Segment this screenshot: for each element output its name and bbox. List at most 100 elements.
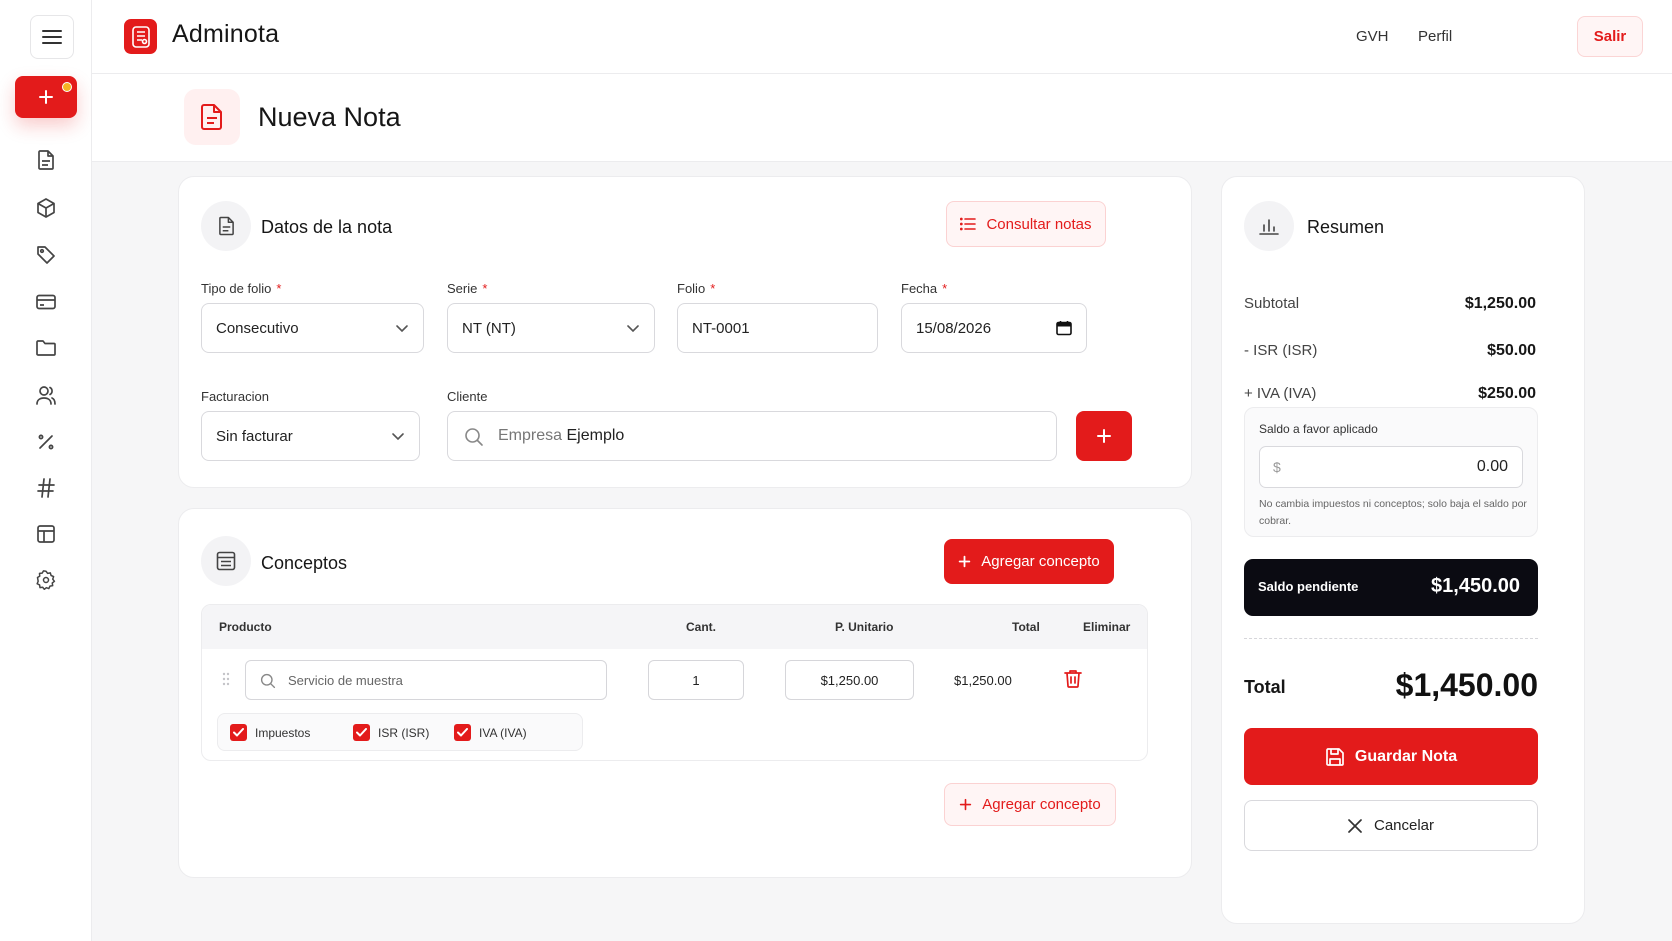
- facturacion-value: Sin facturar: [216, 427, 293, 445]
- saldo-favor-note: No cambia impuestos ni conceptos; solo b…: [1259, 498, 1527, 527]
- sidebar-item-folios[interactable]: [34, 476, 58, 500]
- conceptos-card: Conceptos Agregar concepto Producto Cant…: [178, 508, 1192, 878]
- isr-checkbox[interactable]: ISR (ISR): [353, 724, 429, 741]
- check-icon: [356, 728, 367, 737]
- checkbox-checked[interactable]: [454, 724, 471, 741]
- saldo-favor-input[interactable]: $ 0.00: [1259, 446, 1523, 488]
- tipo-folio-label-text: Tipo de folio: [201, 281, 272, 296]
- saldo-pendiente-value: $1,450.00: [1431, 575, 1520, 597]
- sidebar-item-clientes[interactable]: [34, 383, 58, 407]
- page-header: Nueva Nota: [92, 74, 1672, 162]
- total-value: $1,450.00: [1395, 667, 1538, 703]
- resumen-card: Resumen Subtotal $1,250.00 - ISR (ISR) $…: [1221, 176, 1585, 924]
- menu-button[interactable]: [30, 15, 74, 59]
- list-icon: [960, 217, 977, 231]
- fecha-label: Fecha *: [901, 281, 947, 296]
- total-label: Total: [1244, 677, 1286, 697]
- unitario-input[interactable]: $1,250.00: [785, 660, 914, 700]
- conceptos-title: Conceptos: [261, 553, 348, 573]
- sidebar-item-pagos[interactable]: [34, 290, 58, 314]
- plus-icon: [39, 90, 53, 104]
- folio-label: Folio *: [677, 281, 715, 296]
- tax-options: Impuestos ISR (ISR) IVA (IVA): [217, 713, 583, 751]
- sidebar-item-notas[interactable]: [34, 148, 58, 172]
- iva-summary-value: $250.00: [1478, 385, 1536, 402]
- sidebar-item-configuracion[interactable]: [34, 568, 58, 592]
- serie-label: Serie *: [447, 281, 487, 296]
- fecha-input[interactable]: 15/08/2026: [901, 303, 1087, 353]
- iva-checkbox[interactable]: IVA (IVA): [454, 724, 527, 741]
- producto-search-input[interactable]: Servicio de muestra: [245, 660, 607, 700]
- impuestos-checkbox[interactable]: Impuestos: [230, 724, 310, 741]
- folio-input[interactable]: NT-0001: [677, 303, 878, 353]
- agregar-concepto-label: Agregar concepto: [982, 796, 1101, 813]
- row-total: $1,250.00: [954, 673, 1012, 688]
- cantidad-input[interactable]: 1: [648, 660, 744, 700]
- users-icon: [36, 386, 56, 405]
- percent-icon: [38, 434, 54, 450]
- save-icon: [1326, 747, 1344, 766]
- plus-icon: [959, 555, 971, 568]
- page-title: Nueva Nota: [258, 102, 401, 132]
- serie-value: NT (NT): [462, 319, 516, 337]
- add-cliente-button[interactable]: [1076, 411, 1132, 461]
- gear-icon: [36, 570, 56, 590]
- checkbox-checked[interactable]: [353, 724, 370, 741]
- app-logo[interactable]: [124, 19, 157, 54]
- plus-icon: [960, 798, 972, 811]
- guardar-nota-button[interactable]: Guardar Nota: [1244, 728, 1538, 785]
- saldo-favor-label: Saldo a favor aplicado: [1259, 422, 1378, 436]
- notification-dot: [62, 82, 72, 92]
- conceptos-icon-wrap: [201, 536, 251, 586]
- search-icon: [260, 673, 276, 689]
- sidebar-item-impuestos[interactable]: [34, 430, 58, 454]
- profile-link[interactable]: Perfil: [1418, 28, 1452, 45]
- list-box-icon: [216, 551, 236, 571]
- fecha-label-text: Fecha: [901, 281, 938, 296]
- drag-handle-icon[interactable]: [222, 672, 230, 686]
- tipo-folio-select[interactable]: Consecutivo: [201, 303, 424, 353]
- datos-title: Datos de la nota: [261, 217, 393, 237]
- cliente-placeholder: Empresa: [498, 427, 563, 444]
- producto-placeholder: Servicio de muestra: [288, 672, 403, 688]
- layout-icon: [37, 525, 55, 543]
- new-note-button[interactable]: [15, 76, 77, 118]
- iva-row: + IVA (IVA) $250.00: [1244, 385, 1536, 403]
- sidebar-item-plantillas[interactable]: [34, 522, 58, 546]
- cliente-search-input[interactable]: Empresa Ejemplo: [447, 411, 1057, 461]
- close-icon: [1348, 818, 1362, 833]
- cliente-label: Cliente: [447, 389, 488, 404]
- plus-icon: [1097, 429, 1111, 443]
- sidebar-item-productos[interactable]: [34, 196, 58, 220]
- sidebar-item-etiquetas[interactable]: [34, 243, 58, 267]
- logout-button[interactable]: Salir: [1577, 16, 1643, 57]
- check-icon: [457, 728, 468, 737]
- subtotal-value: $1,250.00: [1464, 295, 1536, 312]
- app-title: Adminota: [172, 20, 280, 48]
- cancelar-button[interactable]: Cancelar: [1244, 800, 1538, 851]
- sidebar-item-archivos[interactable]: [34, 336, 58, 360]
- table-header: Producto Cant. P. Unitario Total Elimina…: [202, 605, 1147, 649]
- document-icon: [201, 104, 222, 130]
- agregar-concepto-button-top[interactable]: Agregar concepto: [944, 539, 1114, 584]
- box-icon: [37, 198, 55, 218]
- saldo-favor-value: 0.00: [1476, 458, 1508, 475]
- document-icon: [218, 216, 234, 236]
- consultar-notas-button[interactable]: Consultar notas: [946, 201, 1106, 247]
- datos-icon-wrap: [201, 201, 251, 251]
- calendar-icon[interactable]: [1056, 320, 1072, 336]
- datos-card: Datos de la nota Consultar notas Tipo de…: [178, 176, 1192, 488]
- facturacion-select[interactable]: Sin facturar: [201, 411, 420, 461]
- bar-chart-icon: [1259, 219, 1279, 235]
- user-link[interactable]: GVH: [1356, 28, 1389, 45]
- col-eliminar: Eliminar: [1083, 620, 1131, 634]
- tag-icon: [37, 246, 55, 264]
- col-total: Total: [1012, 620, 1040, 634]
- serie-select[interactable]: NT (NT): [447, 303, 655, 353]
- trash-icon[interactable]: [1064, 669, 1082, 688]
- agregar-concepto-button-bottom[interactable]: Agregar concepto: [944, 783, 1116, 826]
- checkbox-checked[interactable]: [230, 724, 247, 741]
- required-mark: *: [276, 281, 282, 296]
- hash-icon: [37, 478, 55, 498]
- topbar: Adminota GVH Perfil Salir: [92, 0, 1672, 74]
